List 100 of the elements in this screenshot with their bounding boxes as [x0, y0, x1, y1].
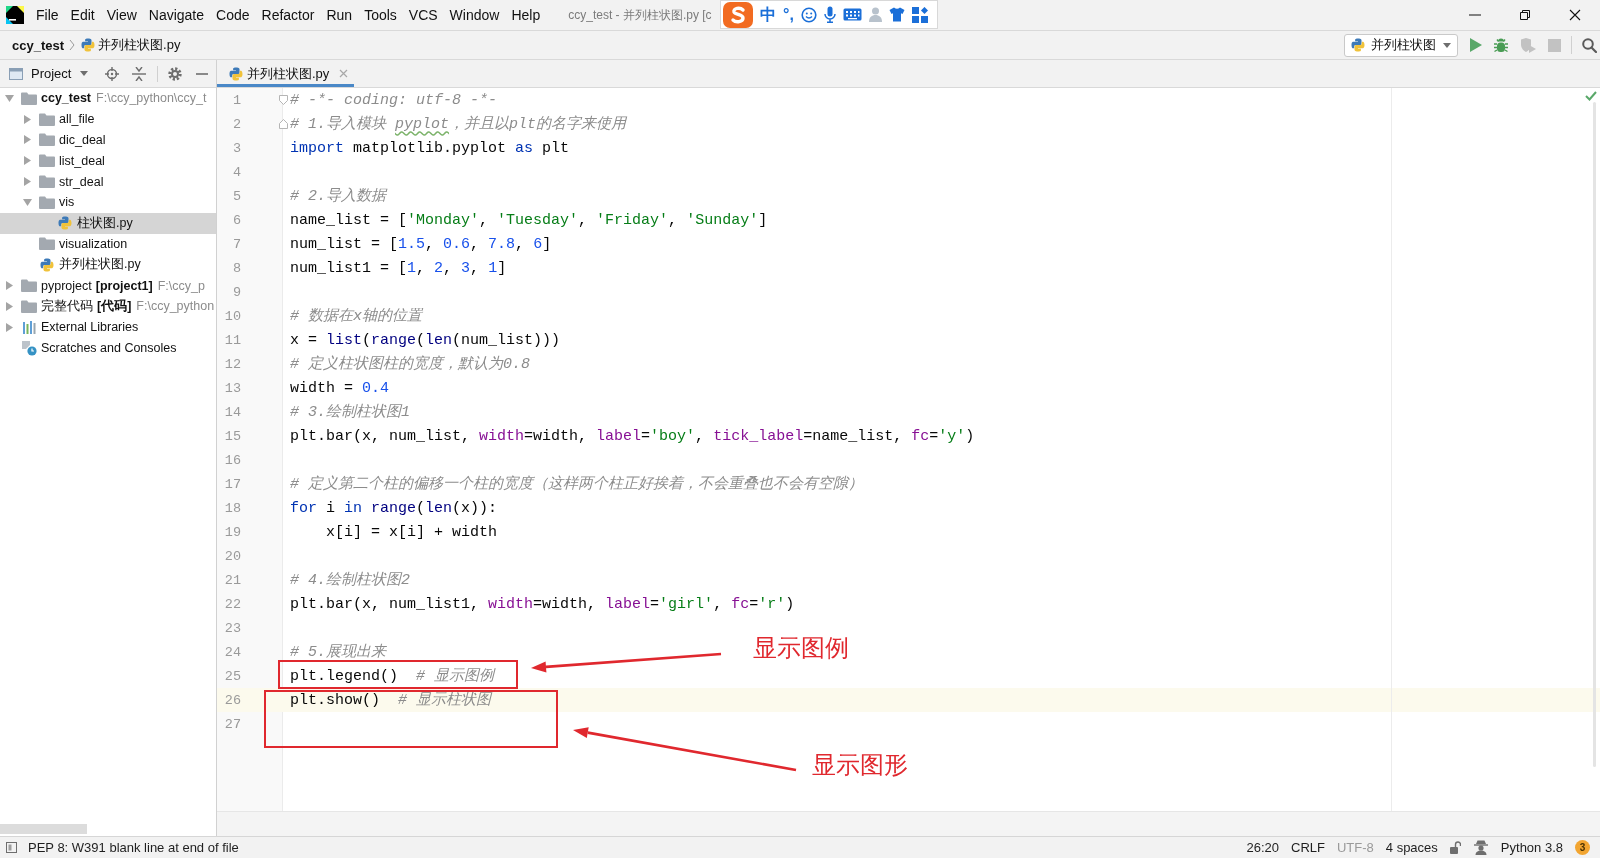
code-line: # 1.导入模块 pyplot，并且以plt的名字来使用 [290, 116, 627, 132]
status-message: PEP 8: W391 blank line at end of file [28, 840, 239, 855]
python-file-icon [81, 38, 96, 52]
line-number: 11 [224, 332, 241, 348]
code-line: # 3.绘制柱状图1 [290, 404, 410, 420]
menu-item[interactable]: Run [320, 4, 359, 26]
input-mode-toggle[interactable]: 中 [760, 4, 776, 25]
window-icon [9, 67, 23, 80]
tree-item[interactable]: vis [0, 192, 216, 213]
python-file-icon [229, 66, 243, 81]
caret-down-icon[interactable] [4, 94, 14, 102]
status-bar-widget[interactable]: 4 spaces [1385, 840, 1438, 855]
line-number: 27 [224, 716, 241, 732]
shirt-icon[interactable] [888, 7, 905, 22]
square-icon[interactable] [6, 842, 17, 853]
menu-item[interactable]: Window [443, 4, 506, 26]
line-number: 22 [224, 596, 241, 612]
tree-item[interactable]: 并列柱状图.py [0, 254, 216, 276]
status-bar-widget[interactable]: 26:20 [1246, 840, 1279, 855]
menu-item[interactable]: File [30, 4, 65, 26]
ime-logo-icon[interactable] [723, 1, 753, 28]
breadcrumb-item[interactable]: 并列柱状图.py [81, 36, 181, 54]
line-number: 13 [224, 380, 241, 396]
menu-item[interactable]: Refactor [255, 4, 321, 26]
menu-item[interactable]: Tools [358, 4, 403, 26]
caret-down-icon [80, 71, 89, 76]
code-line: # 定义第二个柱的偏移一个柱的宽度（这样两个柱正好挨着，不会重叠也不会有空隙） [290, 476, 863, 492]
run-configuration-dropdown[interactable]: 并列柱状图 [1344, 33, 1458, 57]
menu-item[interactable]: Help [505, 4, 547, 26]
chevron-right-icon [69, 39, 76, 51]
tree-item[interactable]: all_file [0, 108, 216, 130]
interpreter-widget[interactable]: Python 3.8 [1500, 840, 1563, 855]
caret-right-icon[interactable] [5, 322, 13, 332]
tree-item[interactable]: visualization [0, 233, 216, 255]
run-icon[interactable] [1470, 38, 1482, 52]
caret-right-icon[interactable] [5, 301, 13, 311]
user-icon[interactable] [868, 7, 882, 22]
fold-marker-icon[interactable] [279, 95, 288, 105]
punctuation-toggle[interactable]: °, [783, 4, 794, 25]
tree-item[interactable]: 完整代码 [代码] F:\ccy_python [0, 295, 216, 317]
code-line: plt.bar(x, num_list, width=width, label='boy', tick_label=name_list, fc='y') [290, 428, 975, 444]
tree-item[interactable]: External Libraries [0, 316, 216, 338]
tree-item[interactable]: list_deal [0, 150, 216, 172]
caret-right-icon[interactable] [23, 114, 31, 124]
code-line: # 4.绘制柱状图2 [290, 572, 410, 588]
caret-right-icon[interactable] [23, 135, 31, 145]
line-number: 1 [232, 92, 241, 108]
code-line: for i in range(len(x)): [290, 500, 498, 516]
python-file-icon [58, 216, 72, 231]
status-bar-widget[interactable]: CRLF [1291, 840, 1325, 855]
scrollbar[interactable] [0, 824, 87, 834]
caret-right-icon[interactable] [23, 156, 31, 166]
menu-item[interactable]: Code [210, 4, 256, 26]
fold-marker-icon[interactable] [279, 119, 288, 129]
breadcrumb-item[interactable]: ccy_test [12, 37, 65, 53]
person-with-hat-icon[interactable] [1472, 840, 1489, 855]
tree-item[interactable]: Scratches and Consoles [0, 337, 216, 359]
menu-item[interactable]: VCS [402, 4, 444, 26]
settings-icon[interactable] [168, 66, 183, 81]
caret-down-icon[interactable] [22, 198, 32, 206]
line-number: 19 [224, 524, 241, 540]
line-number: 14 [224, 404, 241, 420]
folder-icon [21, 299, 37, 313]
menu-item[interactable]: Navigate [142, 4, 211, 26]
scratches-icon [21, 339, 37, 356]
code-line: # 数据在x轴的位置 [290, 308, 422, 324]
tree-item[interactable]: pyproject [project1] F:\ccy_p [0, 275, 216, 296]
grid-icon[interactable] [911, 6, 928, 23]
minus-icon[interactable] [196, 72, 209, 75]
tree-item[interactable]: dic_deal [0, 129, 216, 151]
caret-right-icon[interactable] [5, 281, 13, 291]
tree-item[interactable]: str_deal [0, 171, 216, 192]
smiley-icon[interactable] [800, 6, 817, 23]
tree-item[interactable]: 柱状图.py [0, 212, 216, 234]
code-line: name_list = ['Monday', 'Tuesday', 'Friday', 'Sunday'] [290, 212, 768, 228]
project-view-dropdown[interactable]: Project [31, 66, 89, 81]
line-number: 15 [224, 428, 241, 444]
code-line: plt.bar(x, num_list1, width=width, label='girl', fc='r') [290, 596, 795, 612]
line-number: 12 [224, 356, 241, 372]
padlock-icon[interactable] [1449, 840, 1461, 855]
crosshair-icon[interactable] [105, 66, 120, 81]
close-icon[interactable] [1569, 9, 1581, 21]
keyboard-icon[interactable] [842, 8, 862, 21]
search-icon[interactable] [1582, 37, 1597, 53]
annotation-label: 显示图例 [753, 634, 849, 662]
menu-item[interactable]: View [100, 4, 143, 26]
folder-icon [21, 279, 37, 293]
folder-icon [39, 195, 55, 209]
notification-badge[interactable]: 3 [1575, 840, 1590, 855]
collapse-icon[interactable] [132, 66, 147, 81]
line-number: 17 [224, 476, 241, 492]
code-line: # 2.导入数据 [290, 188, 386, 204]
tree-item[interactable]: ccy_test F:\ccy_python\ccy_t [0, 88, 216, 109]
code-line: plt.show() # 显示柱状图 [290, 692, 492, 708]
microphone-icon[interactable] [823, 6, 836, 23]
bug-icon[interactable] [1494, 37, 1508, 53]
caret-right-icon[interactable] [23, 177, 31, 187]
python-file-icon [40, 257, 54, 272]
menu-item[interactable]: Edit [64, 4, 101, 26]
restore-icon[interactable] [1519, 9, 1531, 21]
